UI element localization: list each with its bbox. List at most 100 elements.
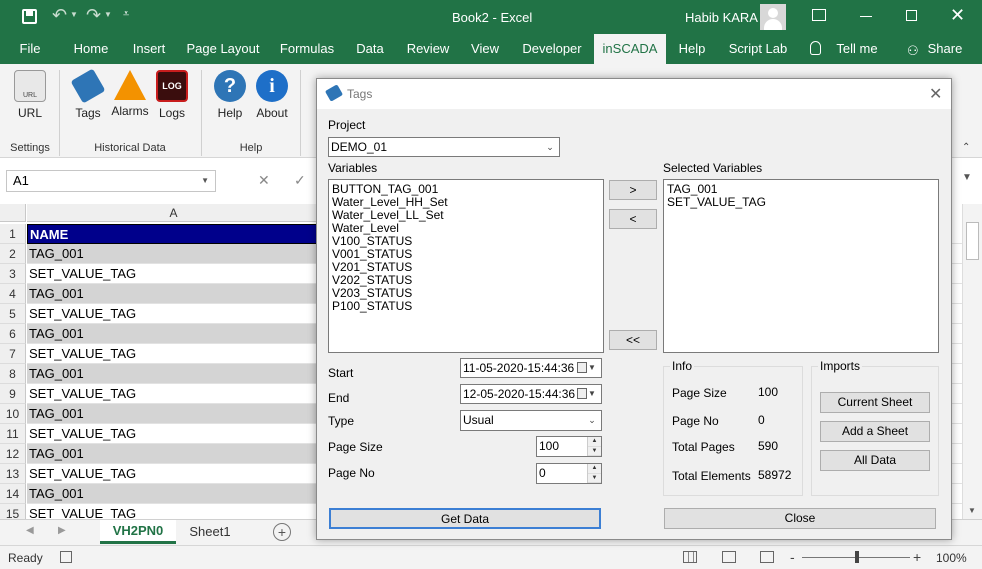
tab-file[interactable]: File	[12, 34, 48, 64]
avatar[interactable]	[760, 4, 786, 30]
table-cell[interactable]: SET_VALUE_TAG	[27, 504, 320, 519]
minimize-icon[interactable]	[860, 16, 872, 17]
table-cell[interactable]: TAG_001	[27, 284, 320, 304]
row-header[interactable]: 5	[0, 304, 26, 324]
dialog-close-icon[interactable]: ✕	[929, 84, 942, 104]
row-header[interactable]: 1	[0, 224, 26, 244]
selected-variables-list[interactable]: TAG_001 SET_VALUE_TAG	[663, 179, 939, 353]
undo-dropdown-icon[interactable]: ▼	[70, 10, 78, 19]
add-sheet-button[interactable]: +	[273, 523, 291, 541]
row-header[interactable]: 6	[0, 324, 26, 344]
expand-formula-bar-icon[interactable]: ▼	[962, 172, 972, 183]
table-cell[interactable]: TAG_001	[27, 364, 320, 384]
table-cell[interactable]: SET_VALUE_TAG	[27, 304, 320, 324]
row-header[interactable]: 15	[0, 504, 26, 519]
table-cell[interactable]: TAG_001	[27, 484, 320, 504]
close-window-icon[interactable]: ✕	[950, 5, 965, 26]
row-header[interactable]: 3	[0, 264, 26, 284]
scrollbar-thumb[interactable]	[966, 222, 979, 260]
tab-inscada[interactable]: inSCADA	[594, 34, 666, 64]
enter-entry-icon[interactable]: ✓	[294, 172, 306, 189]
about-button[interactable]: i About	[250, 70, 294, 120]
decrement-icon[interactable]: ▼	[588, 474, 601, 483]
remove-all-variables-button[interactable]: <<	[609, 330, 657, 350]
select-all-corner[interactable]	[0, 204, 26, 222]
chevron-down-icon[interactable]: ▼	[585, 385, 599, 403]
ribbon-display-options-icon[interactable]	[812, 9, 826, 21]
table-cell[interactable]: SET_VALUE_TAG	[27, 424, 320, 444]
row-header[interactable]: 13	[0, 464, 26, 484]
maximize-icon[interactable]	[906, 10, 917, 21]
tab-insert[interactable]: Insert	[128, 34, 170, 64]
row-header[interactable]: 8	[0, 364, 26, 384]
dialog-title-bar[interactable]: Tags ✕	[317, 79, 951, 109]
project-select[interactable]: DEMO_01 ⌄	[328, 137, 560, 157]
tab-home[interactable]: Home	[68, 34, 114, 64]
cancel-entry-icon[interactable]: ✕	[258, 172, 270, 189]
collapse-ribbon-icon[interactable]: ⌃	[962, 142, 970, 153]
next-sheet-icon[interactable]: ▶	[58, 525, 66, 536]
list-item[interactable]: P100_STATUS	[329, 300, 603, 313]
page-break-view-icon[interactable]	[760, 551, 774, 563]
close-button[interactable]: Close	[664, 508, 936, 529]
scroll-down-icon[interactable]: ▼	[968, 506, 976, 515]
get-data-button[interactable]: Get Data	[329, 508, 601, 529]
share-icon[interactable]: ⚇	[907, 43, 919, 59]
tab-view[interactable]: View	[466, 34, 504, 64]
row-header[interactable]: 12	[0, 444, 26, 464]
tags-button[interactable]: Tags	[66, 68, 110, 120]
url-button[interactable]: URL URL	[8, 70, 52, 120]
name-box-dropdown-icon[interactable]: ▼	[201, 171, 209, 191]
zoom-slider[interactable]	[802, 551, 910, 563]
tab-formulas[interactable]: Formulas	[278, 34, 336, 64]
increment-icon[interactable]: ▲	[588, 437, 601, 447]
redo-icon[interactable]: ↷	[86, 5, 101, 26]
table-cell[interactable]: SET_VALUE_TAG	[27, 384, 320, 404]
spreadsheet-grid[interactable]: A 1 NAME 2 TAG_001 3 SET_VALUE_TAG 4 TAG…	[0, 204, 320, 519]
row-header[interactable]: 4	[0, 284, 26, 304]
table-cell-header[interactable]: NAME	[27, 224, 320, 244]
type-select[interactable]: Usual ⌄	[460, 410, 602, 431]
share-button[interactable]: Share	[924, 34, 966, 64]
table-cell[interactable]: TAG_001	[27, 324, 320, 344]
row-header[interactable]: 2	[0, 244, 26, 264]
table-cell[interactable]: TAG_001	[27, 244, 320, 264]
normal-view-icon[interactable]	[683, 551, 697, 563]
start-datetime-picker[interactable]: 11-05-2020-15:44:36 ▼	[460, 358, 602, 378]
remove-variable-button[interactable]: <	[609, 209, 657, 229]
page-size-stepper[interactable]: 100 ▲ ▼	[536, 436, 602, 457]
variables-list[interactable]: BUTTON_TAG_001 Water_Level_HH_Set Water_…	[328, 179, 604, 353]
stepper-buttons[interactable]: ▲ ▼	[587, 464, 601, 483]
tab-help[interactable]: Help	[674, 34, 710, 64]
name-box[interactable]: A1 ▼	[6, 170, 216, 192]
tab-developer[interactable]: Developer	[520, 34, 584, 64]
increment-icon[interactable]: ▲	[588, 464, 601, 474]
sheet-tab[interactable]: Sheet1	[180, 520, 240, 544]
alarms-button[interactable]: Alarms	[108, 70, 152, 118]
column-header-a[interactable]: A	[27, 204, 320, 222]
end-datetime-picker[interactable]: 12-05-2020-15:44:36 ▼	[460, 384, 602, 404]
row-header[interactable]: 11	[0, 424, 26, 444]
logs-button[interactable]: LOG Logs	[150, 70, 194, 120]
page-layout-view-icon[interactable]	[722, 551, 736, 563]
decrement-icon[interactable]: ▼	[588, 447, 601, 456]
tab-page-layout[interactable]: Page Layout	[186, 34, 260, 64]
zoom-slider-thumb[interactable]	[855, 551, 859, 563]
add-sheet-import-button[interactable]: Add a Sheet	[820, 421, 930, 442]
zoom-in-button[interactable]: +	[913, 549, 921, 565]
add-variable-button[interactable]: >	[609, 180, 657, 200]
table-cell[interactable]: TAG_001	[27, 404, 320, 424]
table-cell[interactable]: SET_VALUE_TAG	[27, 464, 320, 484]
tab-script-lab[interactable]: Script Lab	[726, 34, 790, 64]
sheet-tab-active[interactable]: VH2PN0	[100, 520, 176, 544]
undo-icon[interactable]: ↶	[52, 5, 67, 26]
table-cell[interactable]: SET_VALUE_TAG	[27, 264, 320, 284]
stepper-buttons[interactable]: ▲ ▼	[587, 437, 601, 456]
macro-record-icon[interactable]	[60, 551, 72, 563]
user-name[interactable]: Habib KARA	[685, 10, 758, 25]
table-cell[interactable]: TAG_001	[27, 444, 320, 464]
row-header[interactable]: 9	[0, 384, 26, 404]
row-header[interactable]: 10	[0, 404, 26, 424]
tab-data[interactable]: Data	[352, 34, 388, 64]
customize-toolbar-icon[interactable]: ⩡	[123, 8, 129, 21]
